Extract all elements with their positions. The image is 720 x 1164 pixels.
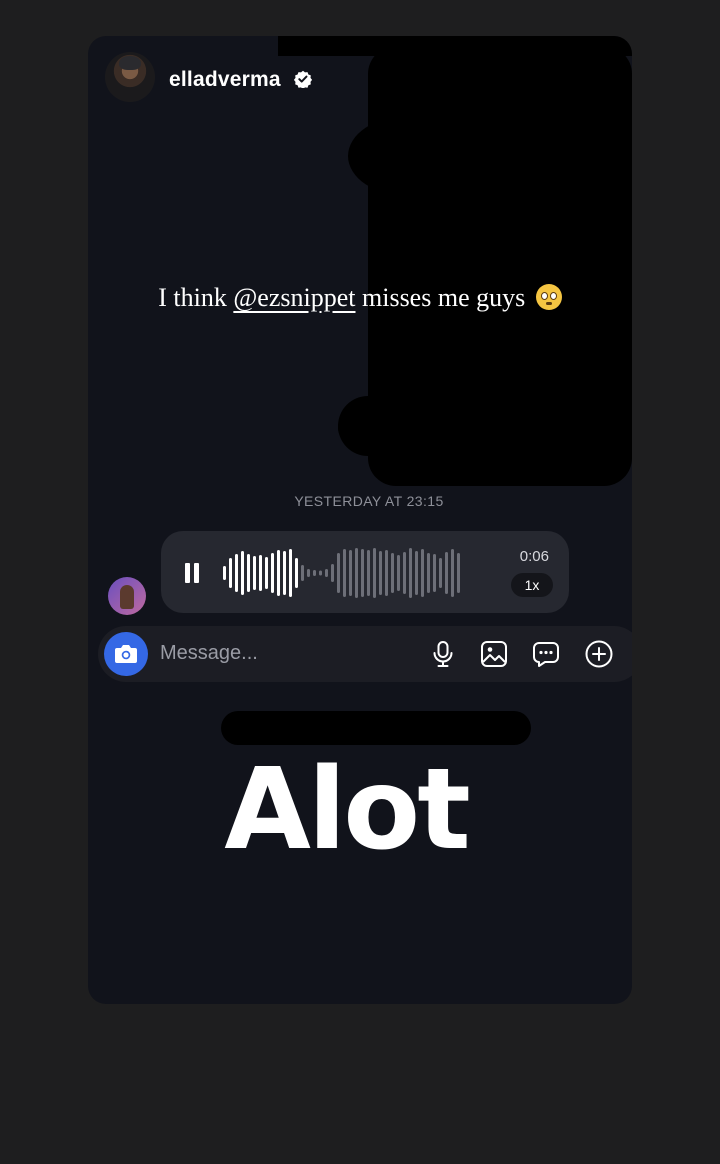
waveform[interactable] — [221, 545, 461, 601]
message-timestamp: YESTERDAY AT 23:15 — [294, 493, 444, 509]
camera-icon — [115, 645, 137, 663]
voice-duration: 0:06 — [519, 548, 549, 565]
waveform-bar — [349, 550, 352, 596]
story-card: elladverma I think @ezsnippet misses me … — [88, 36, 632, 1004]
flushed-face-icon — [535, 284, 562, 310]
waveform-bar — [295, 558, 298, 588]
mention-link[interactable]: @ezsnippet — [233, 283, 355, 312]
waveform-bar — [331, 564, 334, 582]
profile-avatar[interactable] — [105, 52, 155, 102]
waveform-bar — [373, 548, 376, 598]
waveform-bar — [427, 553, 430, 593]
waveform-bar — [385, 550, 388, 596]
waveform-bar — [277, 550, 280, 596]
waveform-bar — [301, 565, 304, 581]
waveform-bar — [223, 566, 226, 580]
waveform-bar — [319, 570, 322, 576]
message-composer — [98, 626, 632, 682]
waveform-bar — [343, 549, 346, 597]
story-caption: I think @ezsnippet misses me guys — [88, 283, 632, 313]
microphone-button[interactable] — [428, 639, 458, 669]
gallery-button[interactable] — [479, 639, 509, 669]
waveform-bar — [433, 554, 436, 592]
waveform-bar — [421, 549, 424, 597]
voice-message-bubble[interactable]: 0:06 1x — [161, 531, 569, 613]
sticker-button[interactable] — [531, 639, 561, 669]
chat-bubble-icon — [533, 642, 559, 667]
waveform-bar — [451, 549, 454, 597]
caption-text-before: I think — [158, 283, 234, 312]
waveform-bar — [355, 548, 358, 598]
waveform-bar — [253, 556, 256, 590]
waveform-bar — [265, 557, 268, 589]
waveform-bar — [247, 554, 250, 592]
waveform-bar — [241, 551, 244, 595]
waveform-bar — [367, 550, 370, 596]
waveform-bar — [439, 558, 442, 588]
waveform-bar — [271, 553, 274, 593]
image-icon — [481, 641, 507, 667]
waveform-bar — [235, 554, 238, 592]
waveform-bar — [403, 552, 406, 594]
waveform-bar — [325, 569, 328, 577]
overlay-text: Alot — [224, 745, 471, 875]
waveform-bar — [289, 549, 292, 597]
sender-avatar[interactable] — [108, 577, 146, 615]
message-input[interactable] — [160, 642, 400, 665]
pause-icon[interactable] — [185, 563, 201, 583]
more-button[interactable] — [584, 639, 614, 669]
waveform-bar — [307, 569, 310, 577]
waveform-bar — [229, 558, 232, 588]
plus-circle-icon — [585, 640, 613, 668]
waveform-bar — [379, 551, 382, 595]
waveform-bar — [259, 555, 262, 591]
playback-speed-button[interactable]: 1x — [511, 573, 553, 597]
waveform-bar — [337, 553, 340, 593]
waveform-bar — [415, 551, 418, 595]
waveform-bar — [313, 570, 316, 576]
waveform-bar — [283, 551, 286, 595]
username[interactable]: elladverma — [169, 68, 281, 92]
camera-button[interactable] — [104, 632, 148, 676]
verified-badge-icon — [294, 70, 312, 88]
waveform-bar — [409, 548, 412, 598]
waveform-bar — [361, 549, 364, 597]
waveform-bar — [391, 553, 394, 593]
microphone-icon — [433, 641, 453, 667]
waveform-bar — [457, 553, 460, 593]
waveform-bar — [397, 555, 400, 591]
caption-text-after: misses me guys — [355, 283, 526, 312]
waveform-bar — [445, 552, 448, 594]
